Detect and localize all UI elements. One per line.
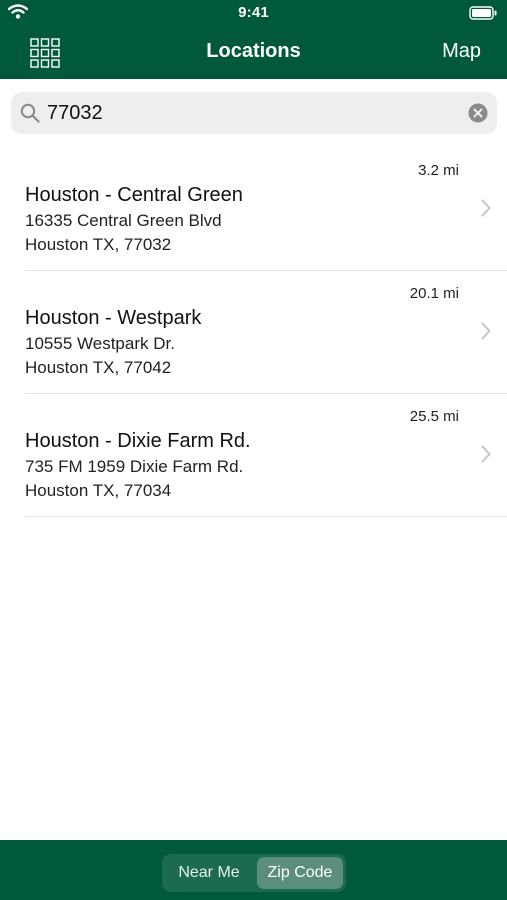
battery-icon — [469, 6, 497, 20]
locations-list: 3.2 mi Houston - Central Green 16335 Cen… — [0, 148, 507, 517]
search-input[interactable] — [47, 98, 457, 128]
clear-search-icon[interactable] — [468, 103, 488, 123]
status-time: 9:41 — [238, 4, 269, 21]
location-address-line1: 735 FM 1959 Dixie Farm Rd. — [25, 457, 244, 476]
location-row-dixie-farm[interactable]: 25.5 mi Houston - Dixie Farm Rd. 735 FM … — [25, 394, 507, 517]
page-title: Locations — [206, 40, 301, 62]
location-address-line2: Houston TX, 77042 — [25, 358, 172, 377]
header: 9:41 Locations Map — [0, 0, 507, 79]
search-bar — [11, 92, 497, 134]
segmented-control: Near Me Zip Code — [162, 854, 346, 892]
segment-zip-code[interactable]: Zip Code — [257, 857, 343, 889]
chevron-right-icon — [481, 199, 491, 217]
location-name: Houston - Dixie Farm Rd. — [25, 430, 251, 452]
location-address-line1: 16335 Central Green Blvd — [25, 211, 222, 230]
location-address-line2: Houston TX, 77032 — [25, 235, 172, 254]
distance-label: 20.1 mi — [409, 285, 459, 302]
location-name: Houston - Westpark — [25, 307, 202, 329]
map-button[interactable]: Map — [442, 40, 481, 63]
location-row-central-green[interactable]: 3.2 mi Houston - Central Green 16335 Cen… — [25, 148, 507, 271]
distance-label: 25.5 mi — [409, 408, 459, 425]
location-address-line2: Houston TX, 77034 — [25, 481, 172, 500]
segment-near-me[interactable]: Near Me — [165, 857, 253, 889]
distance-label: 3.2 mi — [418, 162, 459, 179]
location-row-westpark[interactable]: 20.1 mi Houston - Westpark 10555 Westpar… — [25, 271, 507, 394]
location-name: Houston - Central Green — [25, 184, 243, 206]
search-icon — [20, 103, 40, 123]
chevron-right-icon — [481, 322, 491, 340]
bottom-bar: Near Me Zip Code — [0, 840, 507, 900]
location-address-line1: 10555 Westpark Dr. — [25, 334, 175, 353]
chevron-right-icon — [481, 445, 491, 463]
